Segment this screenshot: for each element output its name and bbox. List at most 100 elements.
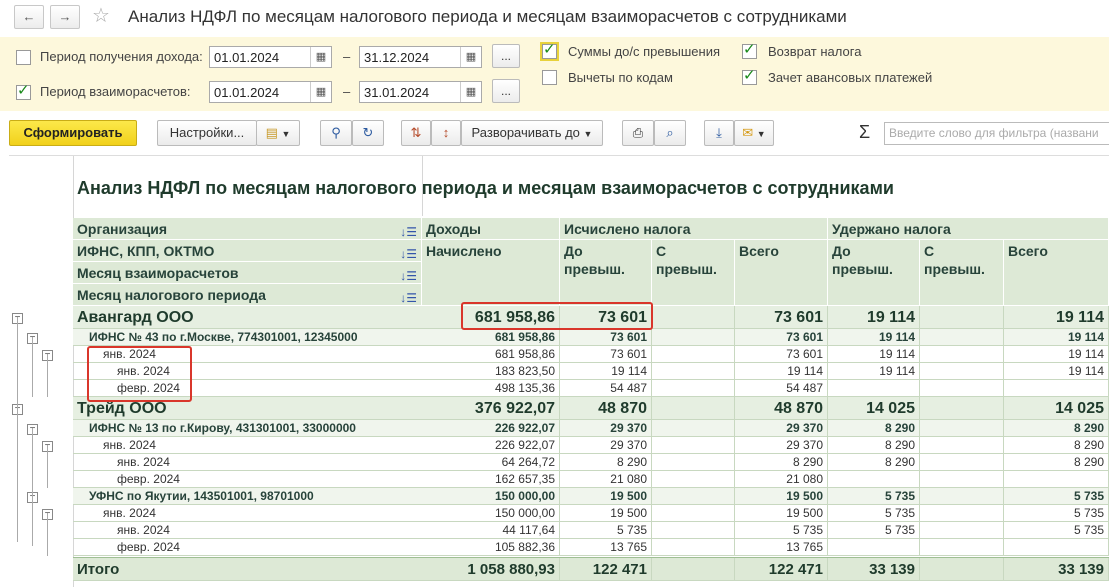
- value-cell: 19 500: [560, 505, 652, 521]
- income-to-field[interactable]: 31.12.2024 ▦: [359, 46, 482, 68]
- report-area[interactable]: Анализ НДФЛ по месяцам налогового период…: [9, 155, 1109, 587]
- header-calculated: Исчислено налога: [560, 218, 828, 240]
- sort-icon[interactable]: ↓☰: [400, 223, 417, 241]
- value-cell: 73 601: [735, 329, 828, 345]
- calendar-icon[interactable]: ▦: [460, 82, 481, 102]
- parameters-panel: Период получения дохода: 01.01.2024 ▦ – 3…: [0, 37, 1109, 111]
- value-cell: 19 114: [1004, 306, 1109, 328]
- tax-month-row[interactable]: февр. 2024 162 657,35 21 080 21 080: [73, 471, 1109, 488]
- advance-offset-checkbox[interactable]: [742, 66, 757, 85]
- search-next-button[interactable]: ↻: [352, 120, 384, 146]
- save-button[interactable]: ⤓: [704, 120, 734, 146]
- dropdown-arrow-icon: ▼: [756, 129, 766, 139]
- print-preview-button[interactable]: ⌕: [654, 120, 686, 146]
- expand-to-dropdown[interactable]: Разворачивать до ▼: [461, 120, 603, 146]
- settings-button[interactable]: Настройки...: [157, 120, 257, 146]
- value-cell: 105 882,36: [422, 539, 560, 555]
- value-cell: 14 025: [1004, 397, 1109, 419]
- sums-before-after-label: Суммы до/с превышения: [568, 44, 721, 59]
- settle-to-field[interactable]: 31.01.2024 ▦: [359, 81, 482, 103]
- send-email-button[interactable]: ✉ ▼: [734, 120, 774, 146]
- settle-month-row[interactable]: янв. 2024 226 922,07 29 370 29 370 8 290 8 29…: [73, 437, 1109, 454]
- sort-desc-button[interactable]: ↕: [431, 120, 461, 146]
- row-label: янв. 2024: [103, 506, 156, 520]
- sort-icon[interactable]: ↓☰: [400, 245, 417, 263]
- row-label: Авангард ООО: [77, 309, 194, 326]
- value-cell: [828, 380, 920, 396]
- ifns-row[interactable]: ИФНС № 43 по г.Москве, 774301001, 123450…: [73, 329, 1109, 346]
- forward-button[interactable]: →: [50, 5, 80, 29]
- total-value-cell: [652, 558, 735, 580]
- total-row[interactable]: Итого 1 058 880,93 122 471 122 471 33 139 33 …: [73, 557, 1109, 581]
- variants-button[interactable]: ▤ ▼: [256, 120, 300, 146]
- income-period-select-button[interactable]: ...: [492, 44, 520, 68]
- tax-month-row[interactable]: янв. 2024 183 823,50 19 114 19 114 19 114 19 …: [73, 363, 1109, 380]
- deductions-by-codes-checkbox[interactable]: [542, 70, 557, 85]
- value-cell: [652, 397, 735, 419]
- tax-refund-checkbox[interactable]: [742, 40, 757, 59]
- settle-period-checkbox[interactable]: [16, 81, 31, 100]
- settle-month-row[interactable]: янв. 2024 150 000,00 19 500 19 500 5 735 5 73…: [73, 505, 1109, 522]
- sort-asc-button[interactable]: ⇅: [401, 120, 431, 146]
- calendar-icon[interactable]: ▦: [310, 82, 331, 102]
- tax-month-row[interactable]: янв. 2024 44 117,64 5 735 5 735 5 735 5 735: [73, 522, 1109, 539]
- income-from-field[interactable]: 01.01.2024 ▦: [209, 46, 332, 68]
- value-cell: 13 765: [735, 539, 828, 555]
- value-cell: [920, 505, 1004, 521]
- header-calc-after: С превыш.: [652, 240, 735, 306]
- dropdown-arrow-icon: ▼: [281, 129, 291, 139]
- tax-month-row[interactable]: февр. 2024 105 882,36 13 765 13 765: [73, 539, 1109, 556]
- header-ifns[interactable]: ИФНС, КПП, ОКТМО ↓☰: [73, 240, 422, 262]
- value-cell: [920, 539, 1004, 555]
- header-settle-month[interactable]: Месяц взаиморасчетов ↓☰: [73, 262, 422, 284]
- header-withheld-after: С превыш.: [920, 240, 1004, 306]
- total-value-cell: 33 139: [1004, 558, 1109, 580]
- header-tax-month[interactable]: Месяц налогового периода ↓☰: [73, 284, 422, 306]
- tree-line: [47, 354, 48, 397]
- value-cell: 8 290: [828, 420, 920, 436]
- report-title: Анализ НДФЛ по месяцам налогового период…: [77, 178, 894, 198]
- income-period-checkbox[interactable]: [16, 50, 31, 65]
- filter-search-input[interactable]: Введите слово для фильтра (названи: [884, 122, 1109, 145]
- value-cell: 8 290: [735, 454, 828, 470]
- sums-before-after-checkbox[interactable]: [542, 40, 557, 59]
- tree-line: [47, 513, 48, 556]
- value-cell: [652, 454, 735, 470]
- search-button[interactable]: ⚲: [320, 120, 352, 146]
- value-cell: 19 114: [1004, 363, 1109, 379]
- ifns-row[interactable]: УФНС по Якутии, 143501001, 98701000 150 0…: [73, 488, 1109, 505]
- favorite-star-icon[interactable]: ☆: [92, 3, 110, 28]
- settle-period-select-button[interactable]: ...: [492, 79, 520, 103]
- value-cell: [652, 380, 735, 396]
- sort-descending-icon: ↕: [442, 125, 450, 140]
- range-dash: –: [343, 84, 351, 99]
- value-cell: 19 500: [735, 505, 828, 521]
- value-cell: 5 735: [735, 522, 828, 538]
- settle-month-row[interactable]: янв. 2024 681 958,86 73 601 73 601 19 114 19 …: [73, 346, 1109, 363]
- print-button[interactable]: ⎙: [622, 120, 654, 146]
- row-label: февр. 2024: [117, 472, 180, 486]
- settle-from-field[interactable]: 01.01.2024 ▦: [209, 81, 332, 103]
- value-cell: [920, 488, 1004, 504]
- value-cell: 19 114: [735, 363, 828, 379]
- sort-icon[interactable]: ↓☰: [400, 289, 417, 307]
- value-cell: 19 114: [1004, 329, 1109, 345]
- calendar-icon[interactable]: ▦: [460, 47, 481, 67]
- header-organization[interactable]: Организация ↓☰: [73, 218, 422, 240]
- tax-month-row[interactable]: янв. 2024 64 264,72 8 290 8 290 8 290 8 290: [73, 454, 1109, 471]
- total-value-cell: 122 471: [560, 558, 652, 580]
- org-row[interactable]: Трейд ООО 376 922,07 48 870 48 870 14 025 14 …: [73, 397, 1109, 420]
- value-cell: 14 025: [828, 397, 920, 419]
- value-cell: [920, 522, 1004, 538]
- back-button[interactable]: ←: [14, 5, 44, 29]
- generate-button[interactable]: Сформировать: [9, 120, 137, 146]
- ifns-row[interactable]: ИФНС № 13 по г.Кирову, 431301001, 330000…: [73, 420, 1109, 437]
- tax-month-row[interactable]: февр. 2024 498 135,36 54 487 54 487: [73, 380, 1109, 397]
- sort-icon[interactable]: ↓☰: [400, 267, 417, 285]
- value-cell: 73 601: [560, 329, 652, 345]
- value-cell: 19 114: [828, 363, 920, 379]
- calendar-icon[interactable]: ▦: [310, 47, 331, 67]
- header-calc-total: Всего: [735, 240, 828, 306]
- value-cell: 5 735: [828, 522, 920, 538]
- sigma-icon[interactable]: Σ: [859, 122, 870, 143]
